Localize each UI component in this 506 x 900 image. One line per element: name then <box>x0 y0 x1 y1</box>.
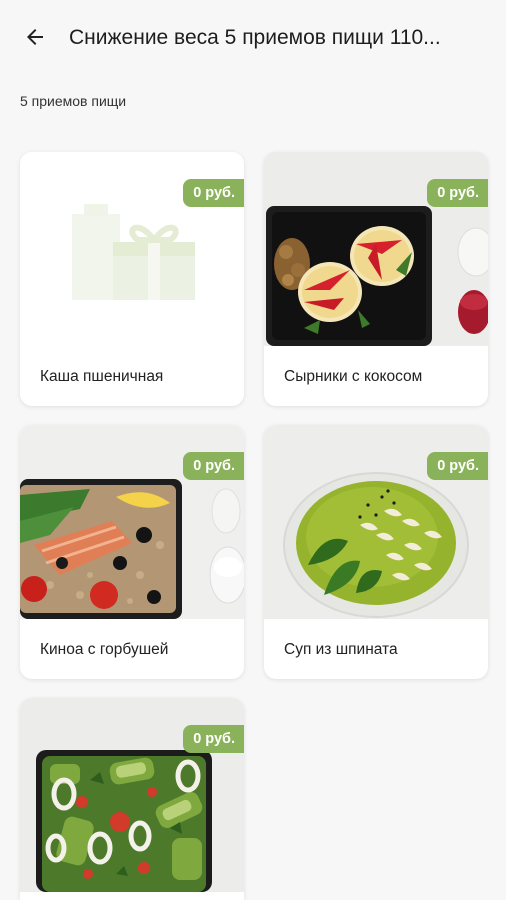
price-badge: 0 руб. <box>427 179 488 207</box>
meal-name: Сырники с кокосом <box>284 368 423 385</box>
meal-name: Суп из шпината <box>284 641 398 658</box>
price-badge: 0 руб. <box>183 179 244 207</box>
meal-card[interactable]: 0 руб. <box>20 698 244 900</box>
meal-grid: 0 руб. Каша пшеничная 0 руб. Сырники с к… <box>0 0 506 900</box>
price-badge: 0 руб. <box>183 725 244 753</box>
meal-card[interactable]: 0 руб. Сырники с кокосом <box>264 152 488 406</box>
price-badge: 0 руб. <box>183 452 244 480</box>
price-badge: 0 руб. <box>427 452 488 480</box>
meal-card[interactable]: 0 руб. Каша пшеничная <box>20 152 244 406</box>
meal-name: Каша пшеничная <box>40 368 164 385</box>
meal-name: Киноа с горбушей <box>40 641 169 658</box>
meal-card[interactable]: 0 руб. Киноа с горбушей <box>20 425 244 679</box>
meal-card[interactable]: 0 руб. Суп из шпината <box>264 425 488 679</box>
